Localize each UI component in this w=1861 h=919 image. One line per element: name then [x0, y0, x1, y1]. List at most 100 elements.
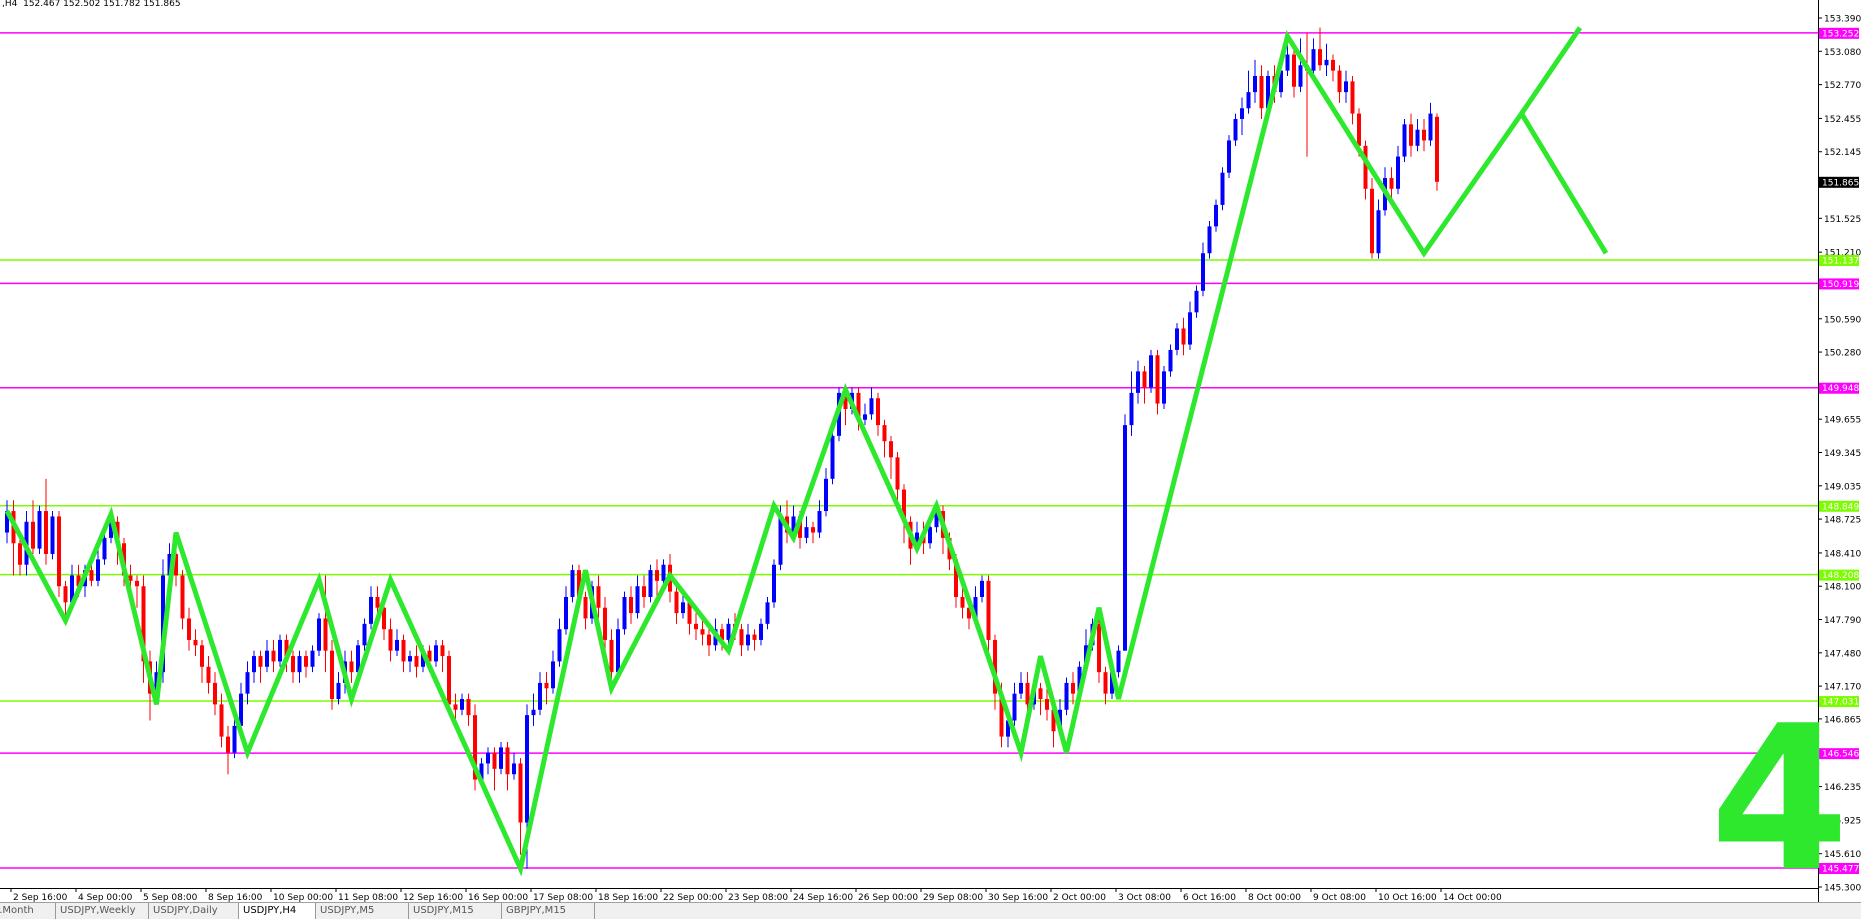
- time-tick-label: 22 Sep 00:00: [663, 893, 723, 902]
- candle-body: [1435, 116, 1439, 182]
- candle-body: [1012, 693, 1017, 721]
- candle-body: [1240, 108, 1244, 119]
- candle-body: [616, 629, 620, 673]
- candle-body: [525, 715, 529, 823]
- time-tick-label: 24 Sep 16:00: [793, 893, 853, 902]
- candle-body: [1071, 682, 1075, 694]
- chart-tab[interactable]: USDJPY,Daily: [149, 903, 239, 919]
- candle-body: [1253, 76, 1257, 93]
- candle-body: [1292, 54, 1296, 87]
- candle-body: [486, 752, 490, 764]
- price-chart[interactable]: 153.390 153.080 152.770 152.455 152.145 151.5…: [0, 0, 1861, 902]
- candle-body: [544, 682, 549, 689]
- candle-body: [1142, 371, 1147, 388]
- candle-body: [1396, 156, 1400, 189]
- chart-tab[interactable]: USDJPY,M5: [316, 903, 409, 919]
- candle-body: [772, 564, 776, 603]
- candle-body: [401, 639, 406, 662]
- time-tick-label: 17 Sep 08:00: [533, 893, 593, 902]
- candle-body: [1149, 355, 1153, 388]
- candle-body: [44, 511, 48, 555]
- chart-tab[interactable]: USDJPY,M15: [409, 903, 502, 919]
- candle-body: [1168, 349, 1173, 372]
- time-tick-label: 14 Oct 00:00: [1443, 893, 1502, 902]
- price-tick-label: 148.410: [1824, 549, 1861, 559]
- time-tick-label: 10 Oct 16:00: [1378, 893, 1437, 902]
- candle-body: [414, 656, 419, 667]
- chart-tab[interactable]: USDJPY,Weekly: [56, 903, 149, 919]
- candle-body: [1285, 54, 1290, 71]
- candle-body: [1038, 688, 1043, 700]
- candle-body: [778, 516, 783, 565]
- candle-body: [291, 656, 295, 673]
- candle-body: [245, 672, 250, 694]
- candle-body: [648, 570, 653, 597]
- candle-body: [746, 634, 750, 646]
- candle-body: [1129, 392, 1134, 426]
- candle-body: [980, 580, 984, 597]
- candle-body: [1181, 328, 1186, 345]
- time-tick-label: 18 Sep 16:00: [598, 893, 658, 902]
- candle-body: [681, 602, 685, 614]
- candle-body: [271, 650, 276, 662]
- candle-body: [765, 602, 770, 624]
- candle-body: [869, 398, 874, 415]
- wave-count-label: 4: [1710, 683, 1850, 916]
- candle-body: [304, 656, 308, 667]
- price-tick-label: 150.590: [1824, 315, 1861, 325]
- level-price-label: 153.252: [1822, 29, 1859, 39]
- candle-body: [817, 511, 822, 533]
- time-tick-label: 30 Sep 16:00: [988, 893, 1048, 902]
- candle-body: [622, 596, 627, 630]
- candle-body: [102, 537, 107, 560]
- candle-body: [596, 586, 601, 608]
- candle-body: [37, 511, 42, 549]
- ohlc-values: 152.467 152.502 151.782 151.865: [23, 0, 181, 9]
- chart-tab[interactable]: r.Month: [0, 903, 56, 919]
- chart-tab[interactable]: USDJPY,H4: [239, 903, 316, 919]
- candle-body: [1227, 140, 1231, 173]
- candle-body: [512, 763, 516, 775]
- level-price-label: 148.208: [1822, 571, 1859, 581]
- candle-body: [1357, 113, 1361, 146]
- price-tick-label: 151.525: [1824, 215, 1861, 225]
- candle-body: [388, 629, 393, 651]
- time-tick-label: 16 Sep 00:00: [468, 893, 528, 902]
- candle-body: [447, 656, 451, 705]
- candle-body: [1324, 59, 1329, 66]
- candle-body: [694, 623, 698, 630]
- candle-body: [200, 645, 204, 667]
- candle-body: [297, 656, 302, 673]
- time-tick-label: 8 Oct 00:00: [1248, 893, 1301, 902]
- candle-body: [564, 596, 568, 630]
- candle-body: [863, 414, 867, 420]
- candle-body: [466, 699, 471, 716]
- candle-body: [1155, 355, 1160, 404]
- price-tick-label: 147.480: [1824, 649, 1861, 659]
- candle-body: [1207, 226, 1212, 254]
- candle-body: [551, 661, 555, 689]
- candle-body: [752, 634, 757, 640]
- candle-body: [505, 747, 510, 775]
- time-tick-label: 9 Oct 08:00: [1313, 893, 1366, 902]
- candle-body: [96, 559, 100, 581]
- candle-body: [18, 543, 22, 565]
- candle-body: [1162, 371, 1166, 404]
- candle-body: [726, 623, 731, 640]
- candle-body: [1019, 682, 1023, 694]
- candle-body: [824, 478, 828, 512]
- price-tick-label: 148.725: [1824, 516, 1861, 526]
- price-tick-label: 149.655: [1824, 416, 1861, 426]
- time-tick-label: 23 Sep 08:00: [728, 893, 788, 902]
- current-price-label: 151.865: [1822, 178, 1859, 188]
- candle-body: [1344, 81, 1348, 93]
- level-price-label: 149.948: [1822, 384, 1859, 394]
- candle-body: [310, 650, 315, 667]
- candle-body: [395, 639, 399, 651]
- candle-body: [369, 596, 373, 624]
- time-tick-label: 11 Sep 08:00: [338, 893, 398, 902]
- chart-tab[interactable]: GBPJPY,M15: [502, 903, 595, 919]
- time-tick-label: 2 Sep 16:00: [13, 893, 68, 902]
- candle-body: [1298, 65, 1303, 87]
- candle-body: [583, 596, 588, 619]
